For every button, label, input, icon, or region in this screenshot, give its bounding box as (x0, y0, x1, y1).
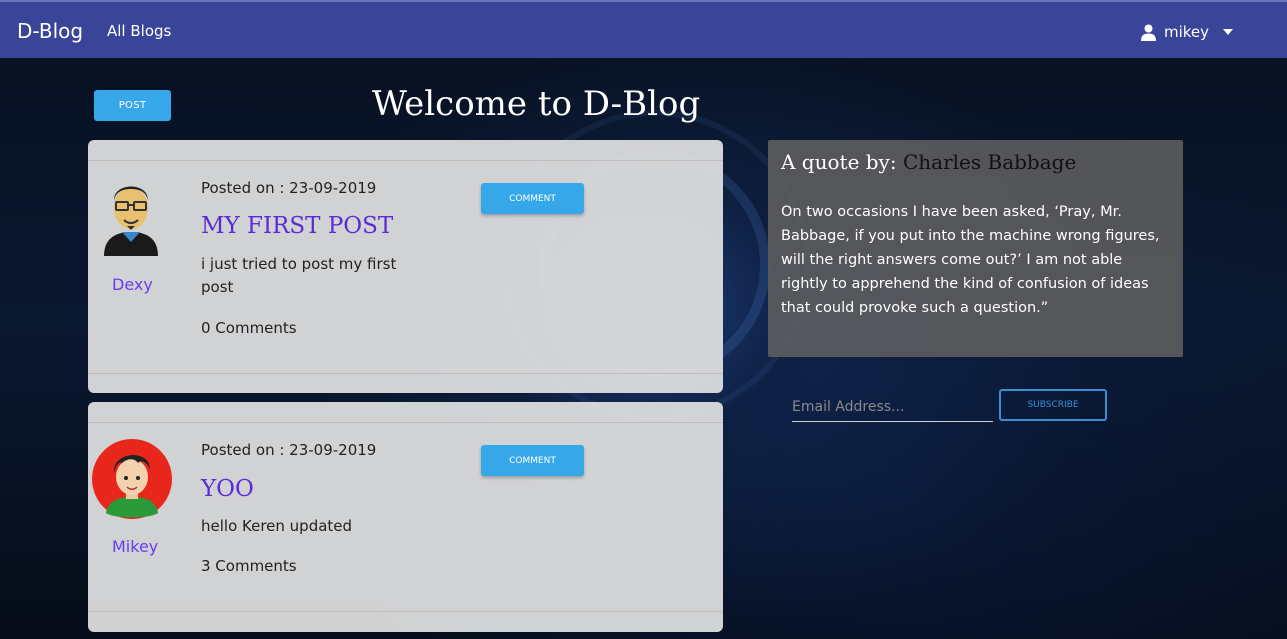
card-divider (88, 422, 723, 423)
post-card: Dexy Posted on : 23-09-2019 MY FIRST POS… (88, 140, 723, 393)
comment-count[interactable]: 3 Comments (201, 557, 297, 575)
email-input[interactable] (792, 392, 993, 422)
post-button[interactable]: POST (94, 90, 171, 121)
author-name[interactable]: Mikey (112, 537, 158, 556)
author-name[interactable]: Dexy (112, 275, 153, 294)
page-title: Welcome to D-Blog (372, 84, 701, 124)
nav-link-all-blogs[interactable]: All Blogs (107, 22, 171, 40)
comment-count[interactable]: 0 Comments (201, 319, 297, 337)
post-body: hello Keren updated (201, 517, 353, 535)
comment-button[interactable]: COMMENT (481, 183, 584, 214)
user-name: mikey (1164, 23, 1210, 41)
post-body: i just tried to post my first post (201, 255, 397, 296)
quote-author: Charles Babbage (902, 150, 1077, 174)
brand-logo[interactable]: D-Blog (17, 19, 83, 43)
subscribe-button[interactable]: SUBSCRIBE (999, 389, 1107, 421)
author-avatar[interactable] (100, 176, 162, 256)
quote-box: A quote by: Charles Babbage On two occas… (768, 140, 1183, 357)
user-icon (1141, 24, 1156, 41)
comment-button[interactable]: COMMENT (481, 445, 584, 476)
card-divider (88, 160, 723, 161)
navbar: D-Blog All Blogs mikey (0, 0, 1287, 58)
post-title[interactable]: YOO (201, 476, 254, 502)
quote-heading: A quote by: Charles Babbage (781, 150, 1076, 174)
user-menu-dropdown[interactable]: mikey (1141, 21, 1234, 43)
author-avatar[interactable] (92, 439, 172, 519)
post-date: Posted on : 23-09-2019 (201, 179, 377, 197)
quote-text: On two occasions I have been asked, ‘Pra… (781, 204, 1160, 316)
chevron-down-icon (1223, 29, 1234, 35)
card-divider (88, 611, 723, 612)
quote-prefix: A quote by: (781, 150, 897, 174)
post-date: Posted on : 23-09-2019 (201, 441, 377, 459)
post-card: Mikey Posted on : 23-09-2019 YOO hello K… (88, 402, 723, 632)
post-title[interactable]: MY FIRST POST (201, 213, 393, 239)
card-divider (88, 373, 723, 374)
